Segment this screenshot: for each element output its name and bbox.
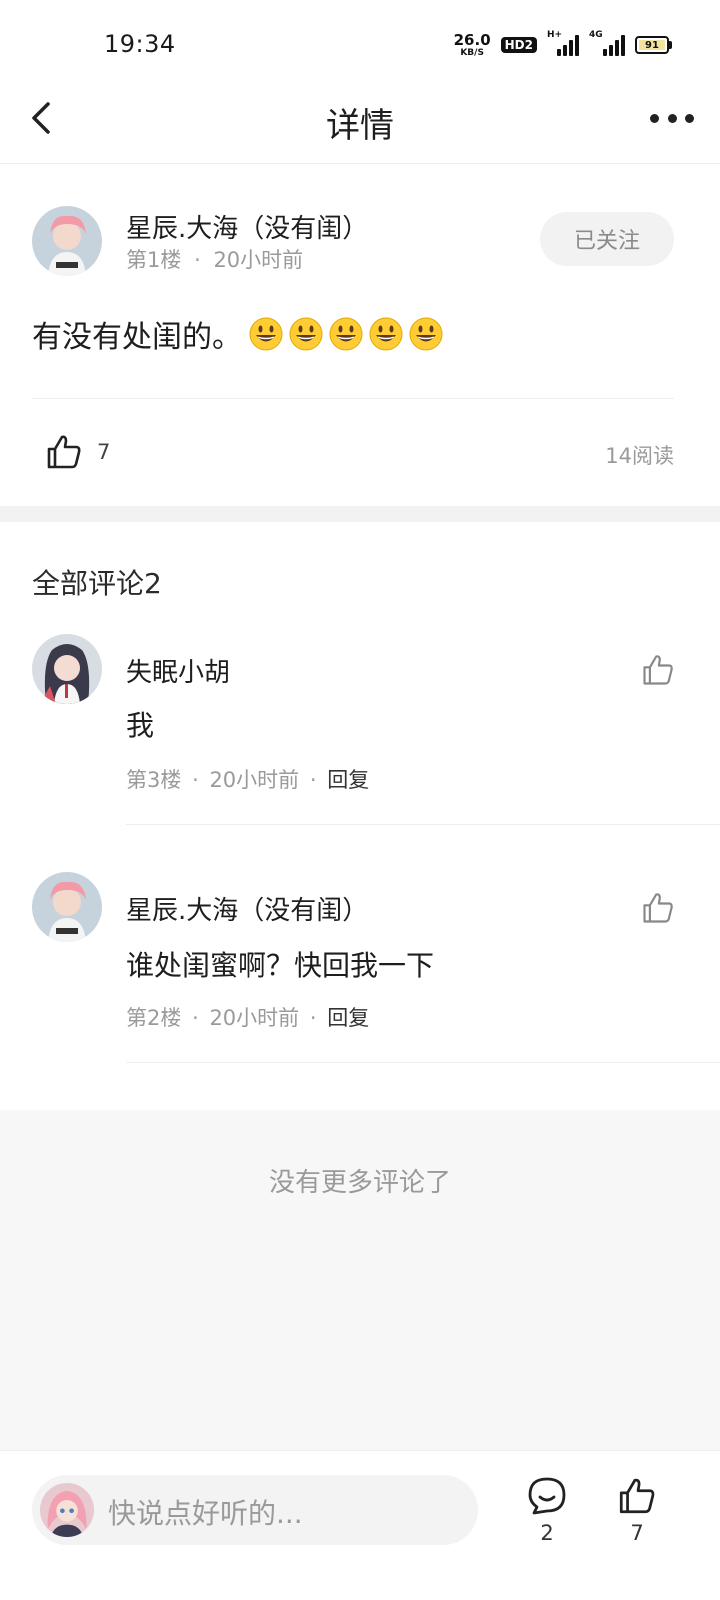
avatar-image xyxy=(32,206,102,276)
comments-button[interactable] xyxy=(526,1475,568,1517)
post: 星辰.大海（没有闺） 第1楼 · 20小时前 已关注 有没有处闺的。 7 14阅… xyxy=(0,164,720,506)
avatar xyxy=(40,1483,94,1537)
comment-input[interactable]: 快说点好听的... xyxy=(32,1475,478,1545)
bottom-bar: 快说点好听的... 2 7 xyxy=(0,1450,720,1600)
network-speed-value: 26.0 xyxy=(453,30,491,49)
smiley-emoji-icon xyxy=(409,317,443,351)
post-time: 20小时前 xyxy=(213,248,304,272)
comment-like-button[interactable] xyxy=(640,890,676,926)
hd-voice-icon: HD2 xyxy=(500,37,537,53)
signal-icon: H+ xyxy=(547,30,579,56)
avatar-image xyxy=(32,872,102,942)
post-content: 有没有处闺的。 xyxy=(32,312,444,356)
more-button[interactable] xyxy=(650,108,694,128)
reply-button[interactable]: 回复 xyxy=(327,768,369,792)
divider xyxy=(126,824,720,825)
comment-floor: 第3楼 xyxy=(126,768,182,792)
thumbs-up-icon xyxy=(47,435,81,469)
signal-icon: 4G xyxy=(589,30,625,56)
status-time: 19:34 xyxy=(104,30,176,58)
like-count: 7 xyxy=(630,1521,644,1545)
signal-2-label: 4G xyxy=(589,30,603,40)
comment-meta: 第3楼 · 20小时前 · 回复 xyxy=(126,768,370,792)
status-icons: 26.0 KB/S HD2 H+ 4G 91 xyxy=(454,30,672,60)
post-floor: 第1楼 xyxy=(126,248,182,272)
comments-title: 全部评论2 xyxy=(32,567,162,600)
network-speed-unit: KB/S xyxy=(460,47,484,58)
comment-count: 2 xyxy=(540,1521,554,1545)
comment-text: 我 xyxy=(126,709,155,742)
comment-author-name[interactable]: 星辰.大海（没有闺） xyxy=(126,890,368,927)
meta-separator: · xyxy=(194,248,201,272)
post-like-count: 7 xyxy=(97,440,111,464)
comment-input-placeholder: 快说点好听的... xyxy=(108,1497,303,1530)
smiley-emoji-icon xyxy=(329,317,363,351)
comment-like-button[interactable] xyxy=(640,652,676,688)
thumbs-up-icon xyxy=(619,1478,655,1514)
avatar[interactable] xyxy=(32,872,102,942)
thumbs-up-icon xyxy=(643,655,673,685)
comment-bubble-icon xyxy=(528,1477,566,1515)
thumbs-up-icon xyxy=(643,893,673,923)
section-divider xyxy=(0,506,720,522)
nav-bar: 详情 xyxy=(0,80,720,164)
signal-1-label: H+ xyxy=(547,30,563,40)
comment-text: 谁处闺蜜啊？快回我一下 xyxy=(126,949,435,982)
comment-time: 20小时前 xyxy=(209,768,300,792)
battery-level: 91 xyxy=(639,40,665,51)
like-button[interactable] xyxy=(616,1475,658,1517)
page-title: 详情 xyxy=(326,106,394,146)
post-like-button[interactable] xyxy=(44,432,84,472)
divider xyxy=(126,1062,720,1063)
emoji-row xyxy=(248,316,444,352)
comment-meta: 第2楼 · 20小时前 · 回复 xyxy=(126,1006,370,1030)
no-more-section: 没有更多评论了 xyxy=(0,1110,720,1450)
divider xyxy=(32,398,674,399)
comment-author-name[interactable]: 失眠小胡 xyxy=(126,652,230,689)
status-bar: 19:34 26.0 KB/S HD2 H+ 4G 91 xyxy=(0,0,720,80)
more-dots-icon xyxy=(650,113,659,123)
post-meta: 第1楼 · 20小时前 xyxy=(126,244,303,274)
smiley-emoji-icon xyxy=(249,317,283,351)
post-text: 有没有处闺的。 xyxy=(32,320,242,355)
comment-time: 20小时前 xyxy=(209,1006,300,1030)
avatar-image xyxy=(32,634,102,704)
avatar[interactable] xyxy=(32,634,102,704)
avatar-image xyxy=(40,1483,94,1537)
network-speed: 26.0 KB/S xyxy=(453,30,491,58)
no-more-comments-text: 没有更多评论了 xyxy=(268,1168,451,1198)
smiley-emoji-icon xyxy=(289,317,323,351)
battery-icon: 91 xyxy=(635,36,672,54)
follow-button[interactable]: 已关注 xyxy=(540,212,674,266)
read-count: 14阅读 xyxy=(605,444,674,468)
reply-button[interactable]: 回复 xyxy=(327,1006,369,1030)
avatar[interactable] xyxy=(32,206,102,276)
post-author-name[interactable]: 星辰.大海（没有闺） xyxy=(126,208,368,245)
smiley-emoji-icon xyxy=(369,317,403,351)
comment-floor: 第2楼 xyxy=(126,1006,182,1030)
